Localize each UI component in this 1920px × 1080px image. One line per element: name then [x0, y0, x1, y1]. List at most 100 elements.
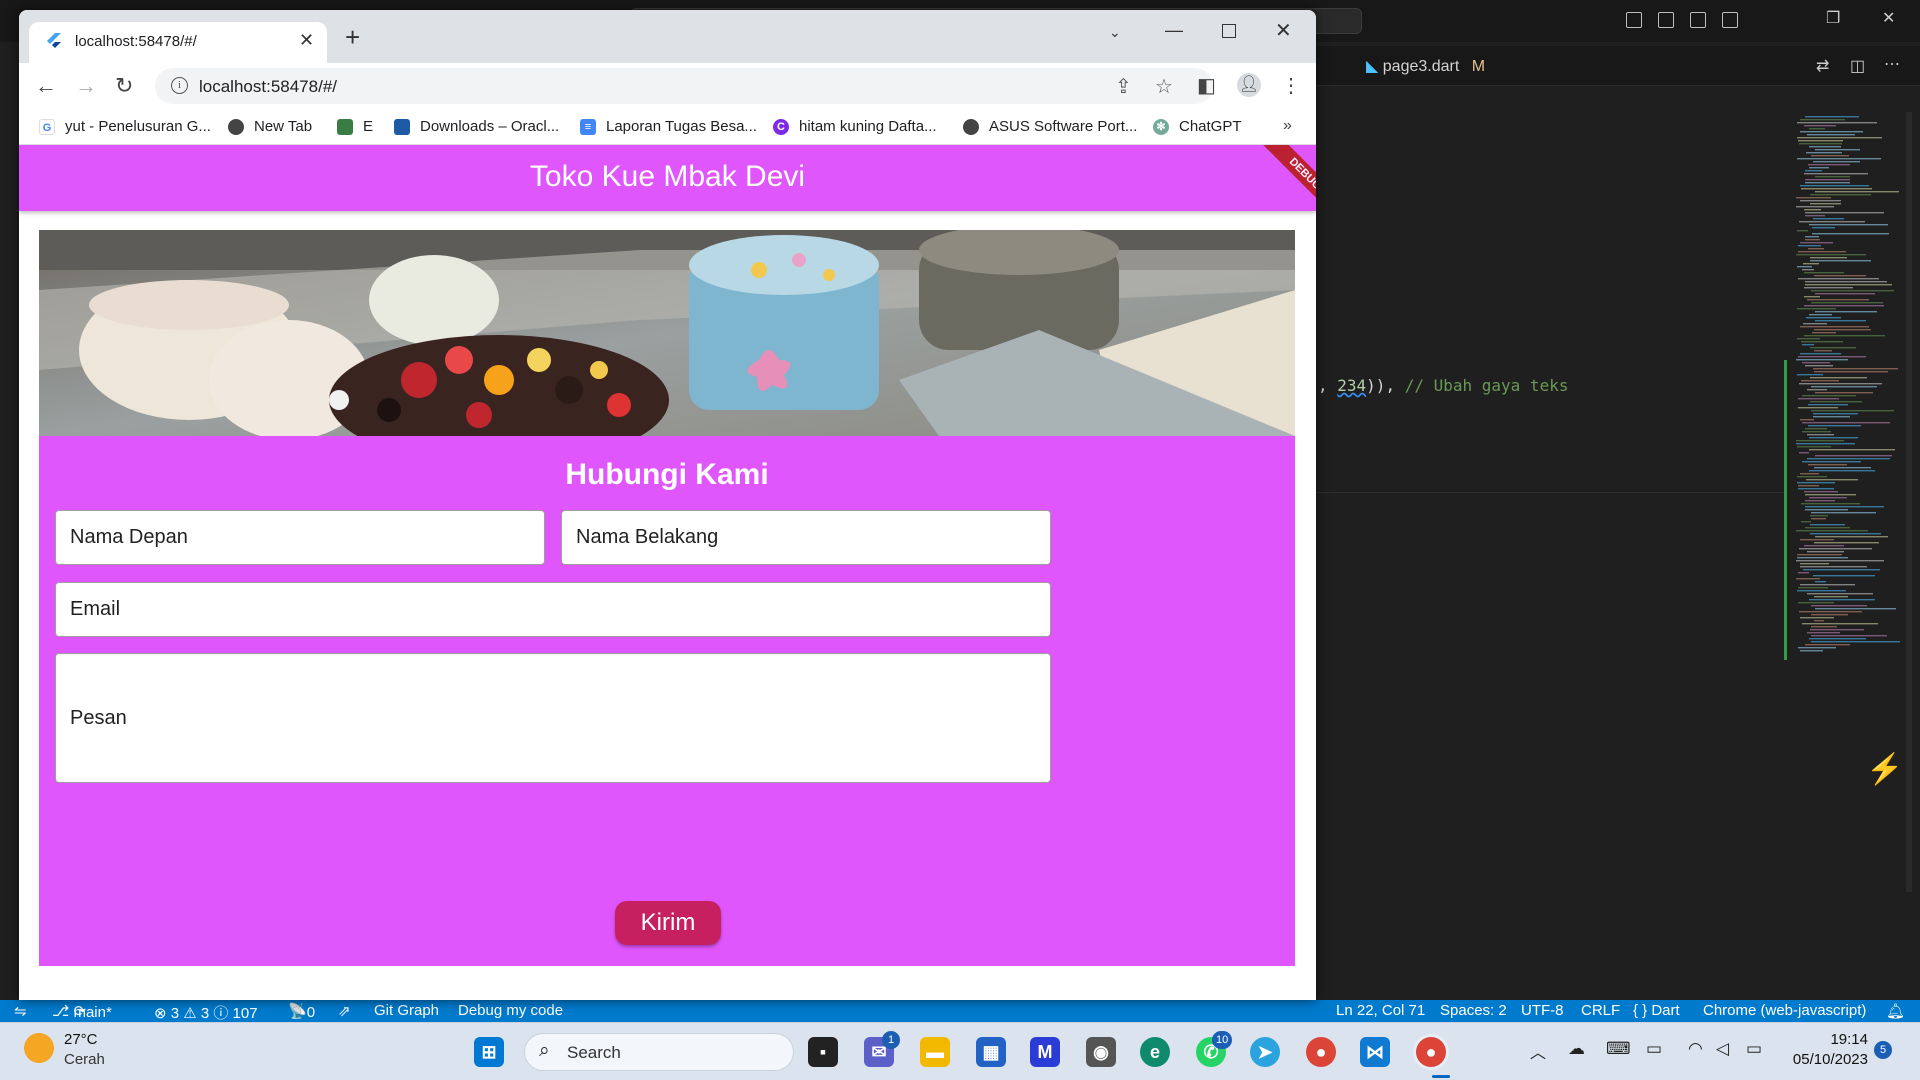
- submit-button[interactable]: Kirim: [615, 901, 721, 945]
- edge-icon[interactable]: e: [1140, 1037, 1170, 1067]
- minimap-line: [1814, 275, 1866, 277]
- message-field[interactable]: Pesan: [55, 653, 1051, 783]
- cursor-position[interactable]: Ln 22, Col 71: [1336, 1002, 1425, 1019]
- notification-badge[interactable]: 5: [1874, 1041, 1892, 1059]
- toggle-panel-icon[interactable]: [1658, 12, 1674, 28]
- ports-count[interactable]: 📡 0: [288, 1002, 315, 1021]
- vscode-icon[interactable]: ⋈: [1360, 1037, 1390, 1067]
- bookmark-7[interactable]: ASUS Software Port...: [963, 118, 1137, 135]
- minimap-line: [1800, 326, 1869, 328]
- clock-date[interactable]: 05/10/2023: [1788, 1051, 1868, 1068]
- task-view-icon[interactable]: ▪: [808, 1037, 838, 1067]
- minimap[interactable]: [1786, 112, 1906, 662]
- chevron-down-icon[interactable]: ⌄: [1109, 24, 1121, 41]
- display-icon[interactable]: ▭: [1646, 1039, 1662, 1059]
- bookmark-1[interactable]: Gyut - Penelusuran G...: [39, 118, 211, 135]
- live-share-icon[interactable]: ⇗: [338, 1002, 351, 1020]
- bookmark-8[interactable]: ✻ ChatGPT: [1153, 118, 1242, 135]
- weather-desc[interactable]: Cerah: [64, 1051, 105, 1068]
- editor-tab[interactable]: ◣ page3.dart M: [1366, 56, 1485, 76]
- language-mode[interactable]: { } Dart: [1633, 1002, 1680, 1019]
- compare-icon[interactable]: ⇄: [1816, 56, 1829, 76]
- bell-icon[interactable]: 🔔︎: [1886, 1002, 1905, 1020]
- menu-icon[interactable]: ⋮: [1281, 73, 1301, 98]
- problems-count[interactable]: ⊗ 3 ⚠ 3 ⓘ 107: [154, 1002, 258, 1023]
- debug-target[interactable]: Chrome (web-javascript): [1703, 1002, 1866, 1019]
- split-editor-icon[interactable]: ◫: [1850, 56, 1865, 76]
- minimap-line: [1807, 593, 1873, 595]
- address-bar[interactable]: i localhost:58478/#/ ⇪ ☆: [155, 68, 1213, 104]
- encoding[interactable]: UTF-8: [1521, 1002, 1564, 1019]
- toggle-secondary-sidebar-icon[interactable]: [1690, 12, 1706, 28]
- minimize-icon[interactable]: —: [1165, 20, 1183, 41]
- chevron-up-icon[interactable]: ︿: [1530, 1039, 1546, 1063]
- chrome-active-icon[interactable]: ●: [1416, 1037, 1446, 1067]
- debug-button[interactable]: Debug my code: [458, 1002, 563, 1019]
- telegram-icon[interactable]: ➤: [1250, 1037, 1280, 1067]
- first-name-field[interactable]: Nama Depan: [55, 510, 545, 565]
- new-tab-button[interactable]: +: [345, 24, 360, 50]
- weather-icon[interactable]: [24, 1033, 54, 1063]
- remote-icon[interactable]: ⇋: [14, 1002, 27, 1020]
- minimap-line: [1811, 641, 1900, 643]
- customize-layout-icon[interactable]: [1722, 12, 1738, 28]
- more-bookmarks-icon[interactable]: »: [1283, 117, 1292, 135]
- minimap-line: [1809, 449, 1895, 451]
- last-name-field[interactable]: Nama Belakang: [561, 510, 1051, 565]
- minimap-line: [1797, 230, 1808, 232]
- volume-icon[interactable]: ◁: [1716, 1039, 1729, 1059]
- minimap-line: [1803, 323, 1827, 325]
- forward-icon[interactable]: →: [75, 73, 97, 99]
- editor-scrollbar[interactable]: [1906, 112, 1912, 892]
- bookmark-4[interactable]: Downloads – Oracl...: [394, 118, 559, 135]
- toggle-sidebar-icon[interactable]: [1626, 12, 1642, 28]
- app-icon[interactable]: M: [1030, 1037, 1060, 1067]
- keyboard-icon[interactable]: ⌨: [1606, 1039, 1631, 1059]
- clock-time[interactable]: 19:14: [1788, 1031, 1868, 1048]
- share-icon[interactable]: ⇪: [1115, 74, 1132, 99]
- onedrive-icon[interactable]: ☁: [1568, 1039, 1585, 1059]
- robot-icon: [337, 118, 353, 135]
- taskbar-search[interactable]: ⌕ Search: [524, 1033, 794, 1071]
- bookmarks-bar: Gyut - Penelusuran G... New Tab E Downlo…: [19, 109, 1316, 145]
- side-panel-icon[interactable]: ◧: [1197, 73, 1216, 98]
- git-graph-button[interactable]: Git Graph: [374, 1002, 439, 1019]
- close-icon[interactable]: ✕: [1882, 8, 1895, 28]
- store-icon[interactable]: ▦: [976, 1037, 1006, 1067]
- bookmark-3[interactable]: E: [337, 118, 373, 135]
- minimap-line: [1814, 596, 1848, 598]
- email-field[interactable]: Email: [55, 582, 1051, 637]
- restore-icon[interactable]: ❐: [1826, 8, 1840, 28]
- info-icon[interactable]: i: [171, 77, 188, 94]
- back-icon[interactable]: ←: [35, 73, 57, 99]
- weather-temp[interactable]: 27°C: [64, 1031, 98, 1048]
- camera-icon[interactable]: ◉: [1086, 1037, 1116, 1067]
- url-text[interactable]: localhost:58478/#/: [199, 77, 337, 97]
- file-explorer-icon[interactable]: ▬: [920, 1037, 950, 1067]
- minimap-line: [1811, 512, 1876, 514]
- git-branch[interactable]: ⎇ main* ⟳: [52, 1002, 112, 1021]
- minimap-line: [1800, 131, 1863, 133]
- battery-icon[interactable]: ▭: [1746, 1039, 1762, 1059]
- browser-tab[interactable]: localhost:58478/#/ ✕: [29, 22, 327, 64]
- close-icon[interactable]: ✕: [299, 30, 314, 51]
- minimap-line: [1805, 236, 1819, 238]
- search-label: Search: [567, 1043, 621, 1062]
- bookmark-6[interactable]: Chitam kuning Dafta...: [773, 118, 937, 135]
- start-icon[interactable]: ⊞: [474, 1037, 504, 1067]
- chrome-icon[interactable]: ●: [1306, 1037, 1336, 1067]
- star-icon[interactable]: ☆: [1155, 74, 1173, 99]
- code-line[interactable]: , 234)), // Ubah gaya teks: [1318, 376, 1568, 395]
- bookmark-5[interactable]: ≡ Laporan Tugas Besa...: [580, 118, 757, 135]
- indentation[interactable]: Spaces: 2: [1440, 1002, 1507, 1019]
- maximize-icon[interactable]: [1222, 24, 1236, 38]
- wifi-icon[interactable]: ◠: [1688, 1039, 1703, 1059]
- bookmark-2[interactable]: New Tab: [228, 118, 312, 135]
- first-name-label: Nama Depan: [70, 526, 188, 548]
- end-of-line[interactable]: CRLF: [1581, 1002, 1620, 1019]
- more-actions-icon[interactable]: ⋯: [1884, 54, 1900, 74]
- close-window-icon[interactable]: ✕: [1275, 18, 1292, 43]
- reload-icon[interactable]: ↻: [115, 73, 133, 99]
- profile-avatar[interactable]: 👤︎: [1237, 73, 1261, 97]
- copilot-icon[interactable]: ⚡: [1866, 752, 1903, 787]
